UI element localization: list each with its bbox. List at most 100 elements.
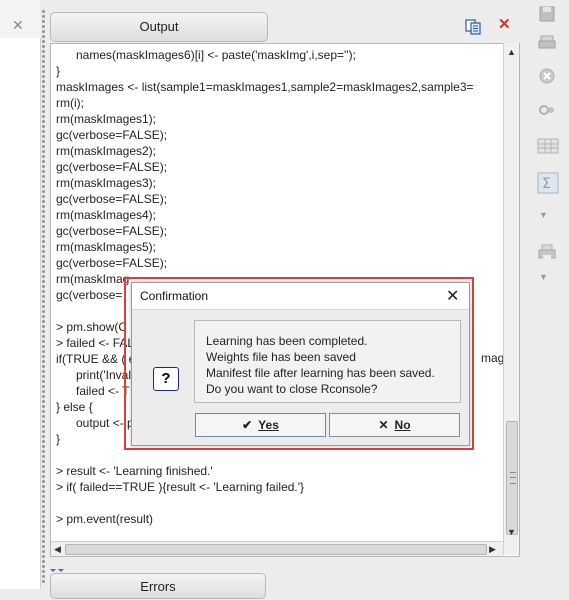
splitter-dot	[42, 430, 45, 433]
scroll-up-arrow-icon[interactable]: ▲	[507, 47, 516, 57]
console-line: > result <- 'Learning finished.'	[56, 464, 213, 478]
save-icon[interactable]	[537, 4, 557, 24]
splitter-dot	[42, 300, 45, 303]
no-button[interactable]: ✕ No	[329, 413, 460, 437]
console-line: > pm.event(result)	[56, 512, 154, 526]
splitter-dot	[42, 150, 45, 153]
link-icon[interactable]	[537, 100, 557, 120]
splitter-dot	[42, 115, 45, 118]
svg-text:Σ: Σ	[542, 176, 551, 192]
copy-icon[interactable]	[465, 19, 481, 35]
dialog-message: Learning has been completed. Weights fil…	[206, 333, 435, 397]
splitter-dot	[42, 285, 45, 288]
splitter-dot	[42, 15, 45, 18]
splitter-dot	[42, 170, 45, 173]
scroll-down-arrow-icon[interactable]: ▼	[507, 527, 516, 537]
yes-button-label: Yes	[258, 418, 279, 432]
splitter-dot	[42, 345, 45, 348]
vertical-scrollbar[interactable]: ▲ ▼	[503, 43, 519, 555]
splitter-dot	[42, 355, 45, 358]
console-line: }	[56, 64, 61, 78]
splitter-dot	[42, 245, 45, 248]
message-line: Learning has been completed.	[206, 334, 368, 348]
scroll-grip-icon	[510, 472, 516, 484]
console-line: rm(maskImages5);	[56, 240, 157, 254]
splitter-dot	[42, 405, 45, 408]
splitter-dot	[42, 275, 45, 278]
close-output-icon[interactable]: ✕	[498, 17, 511, 32]
vertical-scroll-thumb[interactable]	[506, 421, 518, 535]
console-line: gc(verbose=FALSE);	[56, 192, 168, 206]
splitter-dot	[42, 140, 45, 143]
scroll-left-arrow-icon[interactable]: ◀	[54, 544, 61, 554]
splitter-dot	[42, 465, 45, 468]
horizontal-scroll-thumb[interactable]	[65, 544, 487, 555]
splitter-dot	[42, 570, 45, 573]
console-line: gc(verbose=FALSE);	[56, 256, 168, 270]
splitter-dot	[42, 55, 45, 58]
splitter-dot	[42, 70, 45, 73]
splitter-dot	[42, 365, 45, 368]
dropdown-arrow-icon[interactable]: ▼	[539, 210, 559, 230]
splitter-dot	[42, 310, 45, 313]
splitter-dot	[42, 175, 45, 178]
splitter-dot	[42, 95, 45, 98]
splitter-dot	[42, 335, 45, 338]
splitter-dot	[42, 260, 45, 263]
x-icon: ✕	[378, 418, 389, 432]
splitter-dot	[42, 205, 45, 208]
splitter-dot	[42, 560, 45, 563]
splitter-dot	[42, 235, 45, 238]
splitter-dot	[42, 10, 45, 13]
splitter-dot	[42, 545, 45, 548]
splitter-dot	[42, 125, 45, 128]
scroll-right-arrow-icon[interactable]: ▶	[489, 544, 496, 554]
splitter-dot	[42, 325, 45, 328]
console-line: rm(maskImages4);	[56, 208, 157, 222]
splitter-dot	[42, 410, 45, 413]
splitter-dot	[42, 90, 45, 93]
splitter-dot	[42, 100, 45, 103]
errors-tab[interactable]: Errors	[50, 573, 266, 599]
sum-icon[interactable]: Σ	[537, 172, 559, 194]
splitter-dot	[42, 210, 45, 213]
table-icon[interactable]	[537, 136, 559, 156]
splitter-dot	[42, 35, 45, 38]
print-icon[interactable]	[537, 32, 557, 52]
splitter-dot	[42, 415, 45, 418]
splitter-dot	[42, 565, 45, 568]
panel-divider[interactable]	[50, 562, 520, 572]
horizontal-scrollbar[interactable]: ◀ ▶	[51, 541, 503, 556]
splitter-dot	[42, 390, 45, 393]
splitter-dot	[42, 350, 45, 353]
confirmation-dialog: Confirmation ✕ ? Learning has been compl…	[131, 282, 470, 446]
splitter-dot	[42, 435, 45, 438]
console-line: maskImages <- list(sample1=maskImages1,s…	[56, 80, 474, 94]
splitter-dot	[42, 505, 45, 508]
splitter-dot	[42, 270, 45, 273]
splitter-dot	[42, 50, 45, 53]
splitter-dot	[42, 65, 45, 68]
cancel-circle-icon[interactable]	[537, 66, 557, 86]
dropdown-arrow-icon[interactable]: ▼	[539, 272, 559, 292]
splitter-dot	[42, 425, 45, 428]
console-line: rm(maskImages3);	[56, 176, 157, 190]
splitter-dot	[42, 420, 45, 423]
message-line: Weights file has been saved	[206, 350, 356, 364]
dialog-titlebar[interactable]: Confirmation ✕	[132, 283, 469, 310]
splitter-dot	[42, 450, 45, 453]
console-line: rm(i);	[56, 96, 84, 110]
yes-button[interactable]: ✔ Yes	[195, 413, 326, 437]
splitter-handle[interactable]	[41, 10, 47, 585]
left-panel-close-icon[interactable]: ✕	[12, 18, 24, 32]
splitter-dot	[42, 320, 45, 323]
dialog-close-icon[interactable]: ✕	[446, 286, 459, 306]
console-line: rm(maskImages1);	[56, 112, 157, 126]
output-tab[interactable]: Output	[50, 12, 268, 42]
splitter-dot	[42, 255, 45, 258]
splitter-dot	[42, 520, 45, 523]
splitter-dot	[42, 20, 45, 23]
splitter-dot	[42, 500, 45, 503]
splitter-dot	[42, 165, 45, 168]
printer-icon[interactable]	[537, 242, 557, 262]
